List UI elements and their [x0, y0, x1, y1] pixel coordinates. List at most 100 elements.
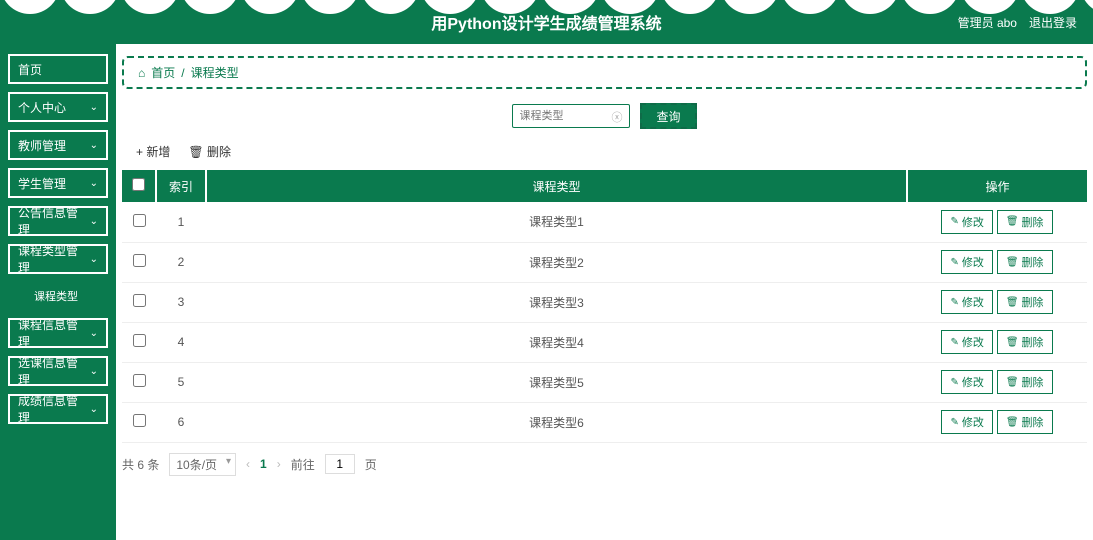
next-page-button[interactable]: ›	[277, 457, 281, 471]
goto-page-input[interactable]	[325, 454, 355, 474]
delete-button[interactable]: 🗑删除	[997, 290, 1053, 314]
row-checkbox[interactable]	[133, 374, 146, 387]
goto-prefix: 前往	[291, 456, 315, 473]
sidebar-item-3[interactable]: 学生管理⌄	[8, 168, 108, 198]
sidebar-item-label: 首页	[18, 61, 42, 78]
row-index: 1	[156, 202, 206, 242]
header-checkbox-col	[122, 170, 156, 202]
edit-button[interactable]: ✎ 修改	[941, 290, 992, 314]
add-button[interactable]: + 新增	[136, 143, 170, 160]
edit-button-label: 修改	[962, 214, 984, 230]
delete-button[interactable]: 🗑删除	[997, 330, 1053, 354]
edit-button[interactable]: ✎ 修改	[941, 370, 992, 394]
sidebar-subitem-5-0[interactable]: 课程类型	[8, 282, 108, 310]
data-table: 索引 课程类型 操作 1课程类型1✎修改🗑删除2课程类型2✎修改🗑删除3课程类型…	[122, 170, 1087, 443]
sidebar-item-2[interactable]: 教师管理 ⌄	[8, 130, 108, 160]
admin-name-label[interactable]: 管理员 abo	[958, 14, 1017, 31]
sidebar-item-6[interactable]: 课程信息管理⌄	[8, 318, 108, 348]
edit-button[interactable]: ✎ 修改	[941, 250, 992, 274]
delete-button[interactable]: 🗑删除	[997, 210, 1053, 234]
logout-link[interactable]: 退出登录	[1029, 14, 1077, 31]
delete-button-label: 删除	[1022, 254, 1044, 270]
sidebar-item-7[interactable]: 选课信息管理⌄	[8, 356, 108, 386]
edit-button-label: 修改	[962, 254, 984, 270]
sidebar-item-4[interactable]: 公告信息管理⌄	[8, 206, 108, 236]
edit-button-label: 修改	[962, 374, 984, 390]
row-ops: ✎修改🗑删除	[907, 322, 1087, 362]
chevron-down-icon: ⌄	[90, 140, 98, 151]
row-checkbox[interactable]	[133, 214, 146, 227]
search-button[interactable]: 查询	[640, 103, 696, 129]
row-name: 课程类型3	[206, 282, 907, 322]
sidebar-item-label: 课程信息管理	[18, 316, 90, 350]
current-page[interactable]: 1	[260, 457, 267, 471]
header-ops: 操作	[907, 170, 1087, 202]
header-scallop-decoration	[0, 0, 1093, 17]
edit-icon: ✎	[950, 377, 958, 388]
edit-icon: ✎	[950, 337, 958, 348]
trash-icon: 🗑	[1006, 257, 1019, 268]
chevron-down-icon: ⌄	[90, 216, 98, 227]
row-checkbox[interactable]	[133, 414, 146, 427]
main-content: ⌂ 首页 / 课程类型 ⓧ 查询 + 新增 🗑 删除	[116, 44, 1093, 540]
trash-icon: 🗑	[1006, 337, 1019, 348]
delete-button[interactable]: 🗑删除	[997, 370, 1053, 394]
page-size-select[interactable]: 10条/页	[169, 453, 236, 476]
chevron-down-icon: ⌄	[90, 328, 98, 339]
row-index: 3	[156, 282, 206, 322]
clear-icon[interactable]: ⓧ	[611, 109, 625, 123]
bulk-delete-button[interactable]: 🗑 删除	[188, 143, 231, 160]
add-button-label: 新增	[146, 145, 170, 159]
row-index: 6	[156, 402, 206, 442]
goto-suffix: 页	[365, 456, 377, 473]
edit-button[interactable]: ✎修改	[941, 330, 992, 354]
edit-button[interactable]: ✎ 修改	[941, 410, 992, 434]
toolbar: + 新增 🗑 删除	[136, 143, 1087, 160]
sidebar-item-8[interactable]: 成绩信息管理⌄	[8, 394, 108, 424]
row-ops: ✎ 修改 🗑删除	[907, 362, 1087, 402]
sidebar-item-label: 公告信息管理	[18, 204, 90, 238]
header-name: 课程类型	[206, 170, 907, 202]
sidebar-item-label: 学生管理	[18, 175, 66, 192]
table-row: 1课程类型1✎修改🗑删除	[122, 202, 1087, 242]
edit-icon: ✎	[950, 417, 958, 428]
select-all-checkbox[interactable]	[132, 178, 145, 191]
sidebar-item-label: 课程类型管理	[18, 242, 90, 276]
row-checkbox[interactable]	[133, 294, 146, 307]
edit-icon: ✎	[950, 257, 958, 268]
row-index: 2	[156, 242, 206, 282]
plus-icon: +	[136, 145, 143, 159]
table-row: 3课程类型3 ✎ 修改 🗑删除	[122, 282, 1087, 322]
bulk-delete-label: 删除	[207, 145, 231, 159]
delete-button-label: 删除	[1022, 294, 1044, 310]
row-index: 5	[156, 362, 206, 402]
sidebar-item-5[interactable]: 课程类型管理⌄	[8, 244, 108, 274]
sidebar-item-label: 选课信息管理	[18, 354, 90, 388]
row-name: 课程类型6	[206, 402, 907, 442]
sidebar: 首页个人中心⌄教师管理⌄学生管理⌄公告信息管理⌄课程类型管理⌄课程类型课程信息管…	[0, 44, 116, 540]
delete-button-label: 删除	[1022, 374, 1044, 390]
row-checkbox[interactable]	[133, 334, 146, 347]
edit-icon: ✎	[950, 297, 958, 308]
trash-icon: 🗑	[1006, 377, 1019, 388]
breadcrumb-home[interactable]: 首页	[151, 64, 175, 81]
sidebar-item-0[interactable]: 首页	[8, 54, 108, 84]
prev-page-button[interactable]: ‹	[246, 457, 250, 471]
edit-button-label: 修改	[962, 414, 984, 430]
edit-button-label: 修改	[962, 294, 984, 310]
table-row: 5课程类型5✎修改🗑删除	[122, 362, 1087, 402]
delete-button[interactable]: 🗑删除	[997, 250, 1053, 274]
row-checkbox[interactable]	[133, 254, 146, 267]
breadcrumb-current: 课程类型	[191, 64, 239, 81]
sidebar-item-1[interactable]: 个人中心⌄	[8, 92, 108, 122]
edit-icon: ✎	[950, 216, 958, 227]
chevron-down-icon: ⌄	[90, 102, 98, 113]
chevron-down-icon: ⌄	[90, 366, 98, 377]
app-header: 用Python设计学生成绩管理系统 管理员 abo 退出登录	[0, 0, 1093, 44]
chevron-down-icon: ⌄	[90, 254, 98, 265]
sidebar-item-label: 成绩信息管理	[18, 392, 90, 426]
delete-button[interactable]: 🗑删除	[997, 410, 1053, 434]
edit-button[interactable]: ✎ 修改	[941, 210, 992, 234]
sidebar-item-label: 教师管理	[18, 137, 66, 154]
row-index: 4	[156, 322, 206, 362]
